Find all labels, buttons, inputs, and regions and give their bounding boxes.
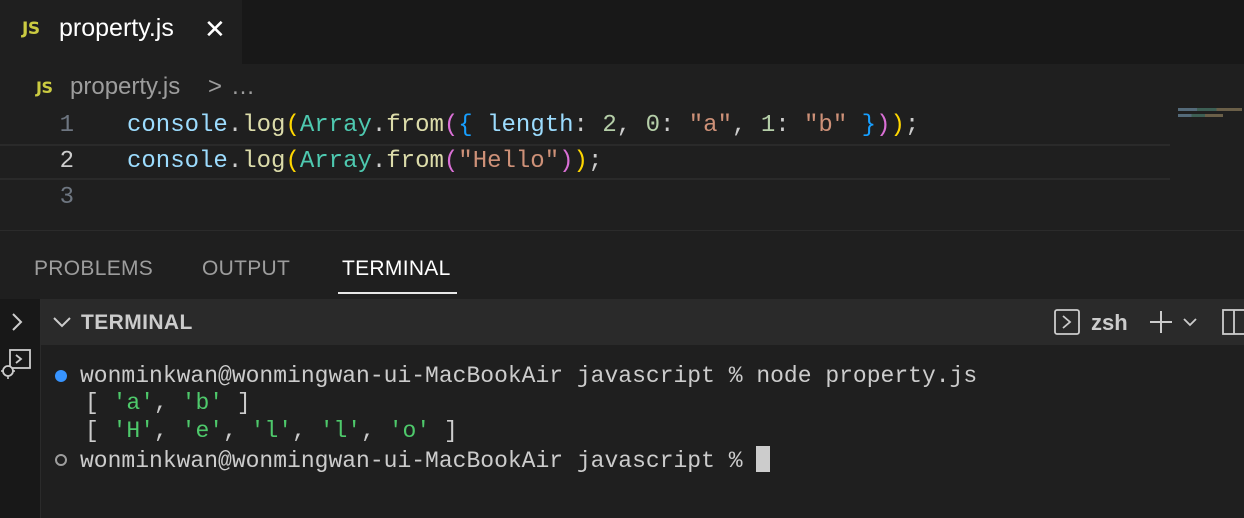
line-number: 1: [59, 112, 74, 139]
line-number: 2: [59, 148, 74, 175]
tab-problems[interactable]: PROBLEMS: [34, 257, 153, 281]
minimap-line: [1178, 114, 1223, 117]
plus-icon[interactable]: [1148, 309, 1174, 335]
code-line-current[interactable]: 2 console.log(Array.from("Hello"));: [0, 144, 1170, 180]
shell-name[interactable]: zsh: [1091, 310, 1128, 336]
chevron-down-icon[interactable]: [51, 311, 73, 333]
terminal-shell-icon[interactable]: [1053, 308, 1081, 336]
tab-title: property.js: [59, 14, 174, 42]
code-editor[interactable]: 1 console.log(Array.from({ length: 2, 0:…: [0, 108, 1244, 230]
shell-prompt: wonminkwan@wonmingwan-ui-MacBookAir java…: [80, 363, 757, 389]
breadcrumb-ellipsis[interactable]: …: [231, 73, 255, 101]
command-text: node property.js: [756, 363, 978, 389]
terminal-prompt-line[interactable]: wonminkwan@wonmingwan-ui-MacBookAir java…: [80, 446, 771, 475]
split-terminal-icon[interactable]: [1221, 308, 1244, 336]
panel-side-strip: [0, 299, 41, 518]
code-text: console.log(Array.from({ length: 2, 0: "…: [127, 112, 920, 139]
minimap[interactable]: [1178, 108, 1242, 122]
tab-terminal[interactable]: TERMINAL: [342, 257, 451, 281]
panel-tabs: PROBLEMS OUTPUT TERMINAL: [0, 231, 1244, 299]
code-line[interactable]: 3: [0, 180, 1170, 216]
minimap-line: [1178, 108, 1242, 111]
tab-bar: JS property.js ✕: [0, 0, 1244, 64]
close-icon[interactable]: ✕: [204, 16, 226, 42]
debug-console-icon[interactable]: [0, 347, 34, 381]
terminal-output-line: [ 'H', 'e', 'l', 'l', 'o' ]: [85, 418, 458, 444]
code-line[interactable]: 1 console.log(Array.from({ length: 2, 0:…: [0, 108, 1170, 144]
code-text: console.log(Array.from("Hello"));: [127, 148, 603, 175]
active-tab-indicator: [338, 292, 457, 294]
breadcrumb-file[interactable]: property.js: [70, 73, 180, 101]
command-pending-icon: [55, 454, 67, 466]
shell-prompt: wonminkwan@wonmingwan-ui-MacBookAir java…: [80, 448, 757, 474]
chevron-right-icon[interactable]: [8, 311, 26, 333]
terminal-command-line: wonminkwan@wonmingwan-ui-MacBookAir java…: [80, 362, 977, 390]
command-success-icon[interactable]: [55, 370, 67, 382]
chevron-down-icon[interactable]: [1181, 313, 1199, 331]
breadcrumb: JS property.js > …: [0, 64, 1244, 110]
terminal-header: TERMINAL zsh: [41, 299, 1244, 345]
terminal-output[interactable]: wonminkwan@wonmingwan-ui-MacBookAir java…: [41, 345, 1244, 518]
terminal-output-line: [ 'a', 'b' ]: [85, 390, 251, 416]
editor-tab-property-js[interactable]: JS property.js ✕: [0, 0, 242, 64]
terminal-section-title: TERMINAL: [81, 311, 193, 334]
line-number: 3: [59, 184, 74, 211]
tab-output[interactable]: OUTPUT: [202, 257, 290, 281]
breadcrumb-separator: >: [208, 73, 223, 100]
js-file-icon: JS: [36, 78, 53, 97]
text-cursor: [756, 446, 771, 472]
js-file-icon: JS: [22, 19, 40, 39]
